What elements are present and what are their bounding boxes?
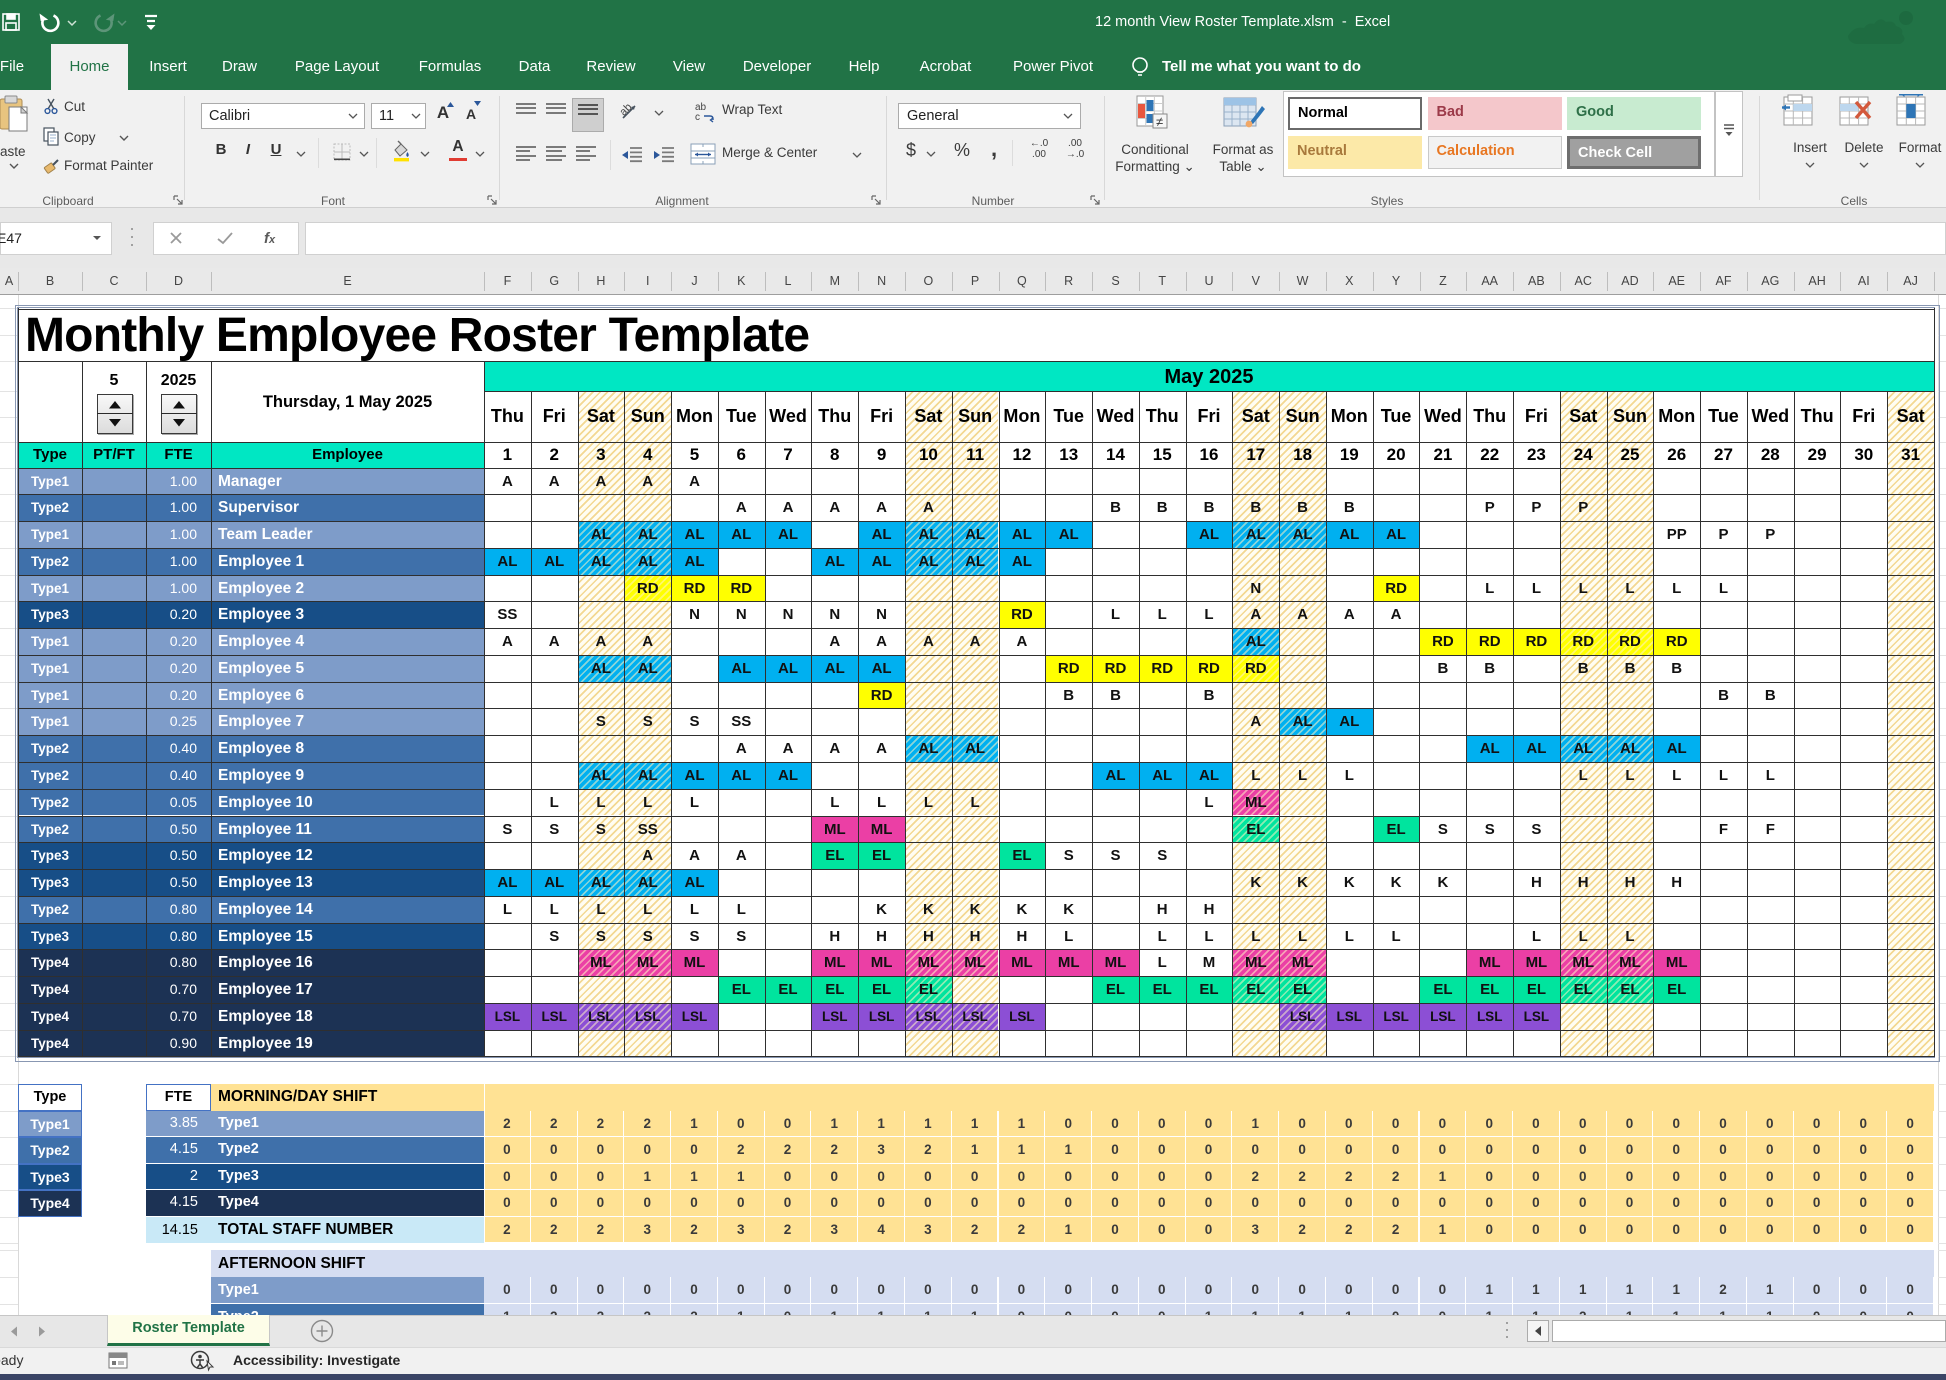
svg-text:c: c xyxy=(695,112,700,123)
svg-text:≠: ≠ xyxy=(1156,114,1163,129)
svg-text:ab: ab xyxy=(620,101,635,118)
